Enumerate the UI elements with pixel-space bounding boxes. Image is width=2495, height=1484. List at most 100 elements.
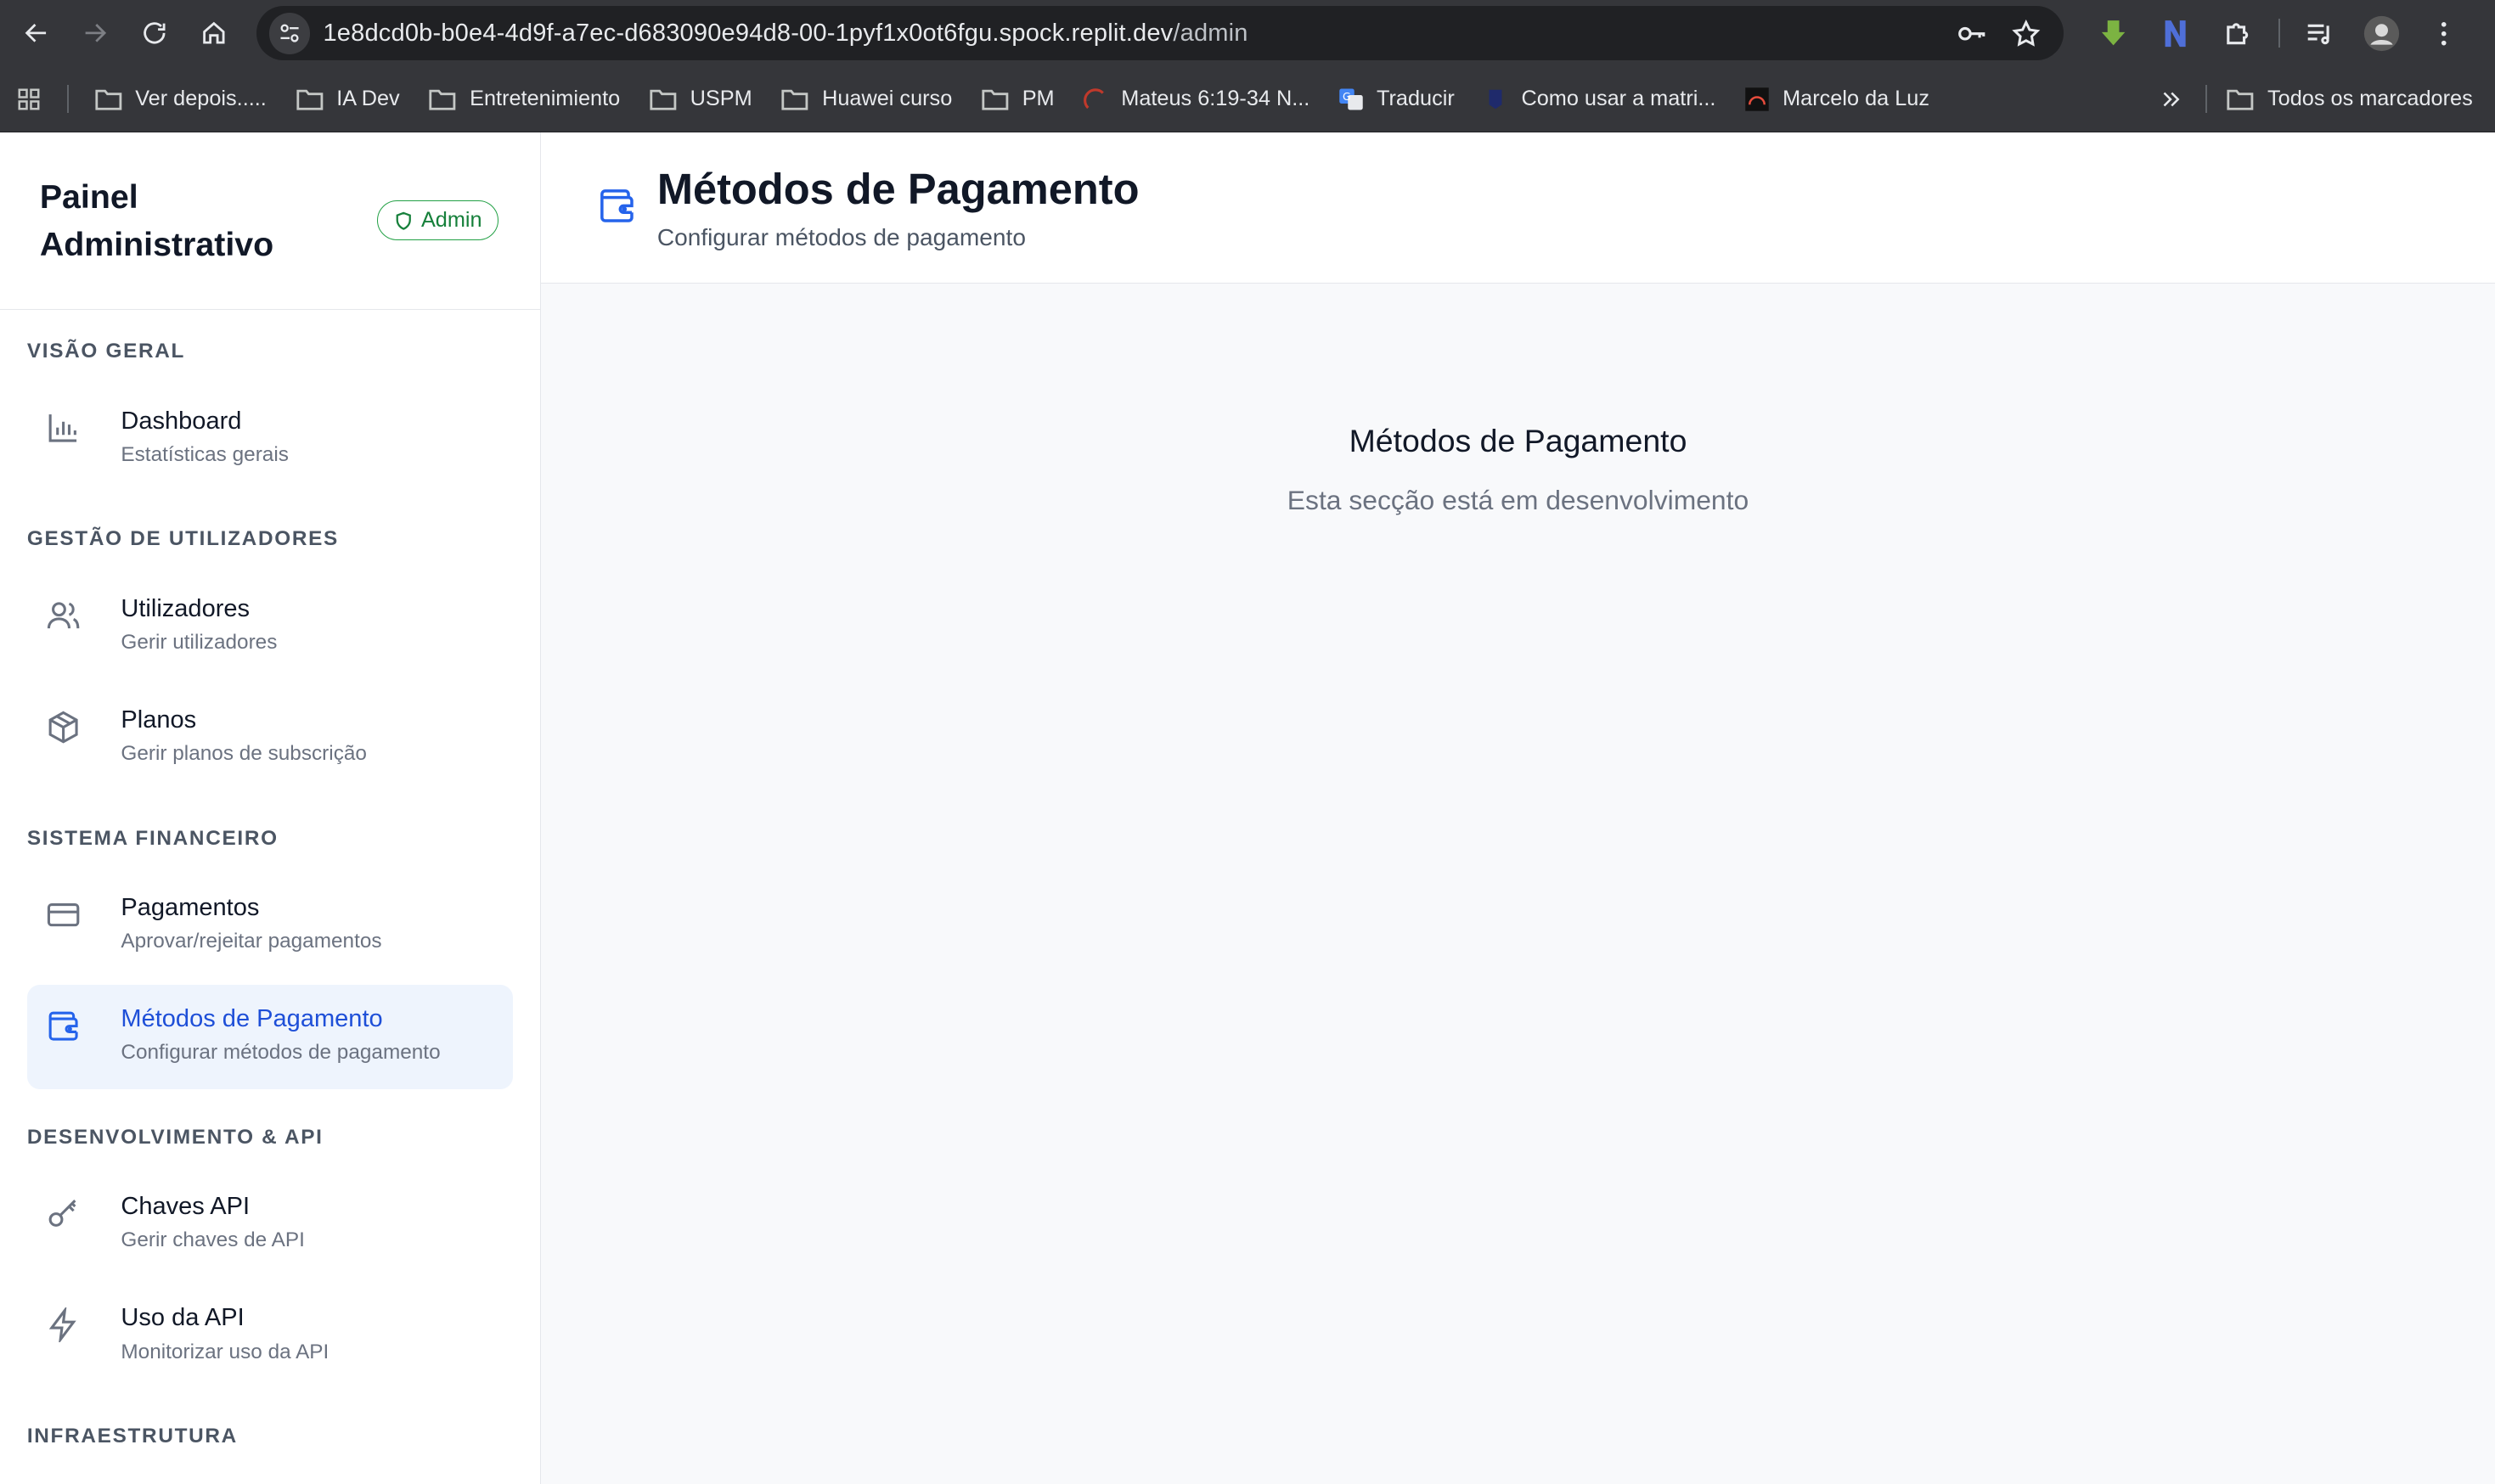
all-bookmarks-label: Todos os marcadores xyxy=(2267,87,2473,111)
zap-icon xyxy=(46,1307,84,1346)
bookmark-item[interactable]: G Traducir xyxy=(1338,87,1455,112)
folder-icon xyxy=(428,87,457,112)
sidebar-item-api-keys[interactable]: Chaves API Gerir chaves de API xyxy=(27,1172,513,1278)
bookmarks-divider xyxy=(2205,84,2207,114)
home-icon xyxy=(203,22,225,44)
reload-icon xyxy=(144,22,166,44)
sidebar-item-description: Estatísticas gerais xyxy=(121,442,289,466)
bookmark-label: Como usar a matri... xyxy=(1521,87,1716,111)
sidebar-item-dashboard[interactable]: Dashboard Estatísticas gerais xyxy=(27,386,513,492)
svg-text:G: G xyxy=(1343,90,1351,103)
site-favicon-icon xyxy=(1744,87,1770,112)
admin-badge-label: Admin xyxy=(420,208,482,233)
bar-chart-icon xyxy=(46,410,84,448)
profile-avatar-button[interactable] xyxy=(2358,9,2406,57)
bookmark-label: Traducir xyxy=(1376,87,1455,111)
sidebar-item-description: Aprovar/rejeitar pagamentos xyxy=(121,930,382,953)
sidebar-item-label: Uso da API xyxy=(121,1304,245,1332)
sidebar-item-description: Configurar métodos de pagamento xyxy=(121,1041,441,1065)
admin-app: Painel Administrativo Admin VISÃO GERAL … xyxy=(0,132,2495,1484)
wallet-icon xyxy=(46,1009,84,1047)
bookmark-item[interactable]: Entretenimiento xyxy=(428,87,620,112)
site-info-button[interactable] xyxy=(268,12,311,54)
admin-badge: Admin xyxy=(377,200,499,241)
bookmark-item[interactable]: PM xyxy=(981,87,1055,112)
section-title: SISTEMA FINANCEIRO xyxy=(26,826,279,850)
key-icon xyxy=(1958,26,1985,41)
more-bookmarks-button[interactable] xyxy=(2158,87,2183,112)
key-icon xyxy=(46,1196,84,1234)
extension-download-button[interactable] xyxy=(2089,9,2137,57)
placeholder-panel: Métodos de Pagamento Esta secção está em… xyxy=(541,284,2495,1484)
back-button[interactable] xyxy=(13,9,59,57)
sidebar-section-infrastructure: INFRAESTRUTURA xyxy=(0,1395,540,1471)
section-title: VISÃO GERAL xyxy=(26,340,186,363)
credit-card-icon xyxy=(46,897,84,936)
url-path: /admin xyxy=(1173,19,1248,47)
bookmark-label: Entretenimiento xyxy=(470,87,621,111)
folder-icon xyxy=(94,87,123,112)
tune-icon xyxy=(280,24,299,42)
sidebar-item-label: Pagamentos xyxy=(121,894,260,922)
bookmark-item[interactable]: Mateus 6:19-34 N... xyxy=(1083,87,1309,112)
password-key-button[interactable] xyxy=(1949,11,1993,55)
shield-icon xyxy=(394,211,413,230)
sidebar-item-description: Gerir planos de subscrição xyxy=(121,742,367,766)
home-button[interactable] xyxy=(190,9,237,57)
sidebar-item-payments[interactable]: Pagamentos Aprovar/rejeitar pagamentos xyxy=(27,874,513,979)
bookmark-label: Marcelo da Luz xyxy=(1783,87,1929,111)
sidebar-item-plans[interactable]: Planos Gerir planos de subscrição xyxy=(27,686,513,791)
avatar-icon xyxy=(2364,15,2400,51)
sidebar-item-description: Gerir utilizadores xyxy=(121,631,278,655)
forward-button[interactable] xyxy=(72,9,119,57)
site-favicon-icon xyxy=(1483,87,1508,112)
arrow-right-icon xyxy=(85,24,107,43)
bookmark-label: PM xyxy=(1022,87,1055,111)
main-content: Métodos de Pagamento Configurar métodos … xyxy=(541,132,2495,1484)
bookmark-label: Huawei curso xyxy=(822,87,953,111)
apps-grid-icon xyxy=(16,87,42,112)
sidebar-item-label: Planos xyxy=(121,705,197,734)
extension-n-button[interactable] xyxy=(2151,9,2199,57)
puzzle-icon xyxy=(2226,22,2248,44)
users-icon xyxy=(46,598,84,636)
sidebar-section-api: DESENVOLVIMENTO & API Chaves API Gerir c… xyxy=(0,1096,540,1389)
sidebar: Painel Administrativo Admin VISÃO GERAL … xyxy=(0,132,542,1484)
bookmark-item[interactable]: Como usar a matri... xyxy=(1483,87,1715,112)
section-title: DESENVOLVIMENTO & API xyxy=(26,1125,324,1149)
bookmark-item[interactable]: USPM xyxy=(649,87,752,112)
apps-button[interactable] xyxy=(16,87,54,112)
placeholder-message: Esta secção está em desenvolvimento xyxy=(1287,485,1749,516)
section-title: GESTÃO DE UTILIZADORES xyxy=(26,527,339,551)
sidebar-item-label: Dashboard xyxy=(121,407,242,435)
bookmark-item[interactable]: IA Dev xyxy=(296,87,400,112)
address-bar[interactable]: 1e8dcd0b-b0e4-4d9f-a7ec-d683090e94d8-00-… xyxy=(256,6,2064,61)
page-title: Métodos de Pagamento xyxy=(656,164,1140,213)
sidebar-item-api-usage[interactable]: Uso da API Monitorizar uso da API xyxy=(27,1284,513,1389)
bookmark-star-button[interactable] xyxy=(2003,11,2047,55)
folder-icon xyxy=(780,87,809,112)
media-controls-button[interactable] xyxy=(2296,9,2344,57)
reload-button[interactable] xyxy=(132,9,178,57)
more-vertical-icon xyxy=(2441,21,2447,46)
sidebar-section-users: GESTÃO DE UTILIZADORES Utilizadores Geri… xyxy=(0,497,540,790)
sidebar-item-users[interactable]: Utilizadores Gerir utilizadores xyxy=(27,574,513,679)
folder-icon xyxy=(649,87,678,112)
bookmark-item[interactable]: Ver depois..... xyxy=(94,87,267,112)
sidebar-item-label: Métodos de Pagamento xyxy=(121,1005,383,1033)
url-host: 1e8dcd0b-b0e4-4d9f-a7ec-d683090e94d8-00-… xyxy=(323,19,1174,47)
url-text[interactable]: 1e8dcd0b-b0e4-4d9f-a7ec-d683090e94d8-00-… xyxy=(323,20,1940,48)
folder-icon xyxy=(981,87,1010,112)
sidebar-section-finance: SISTEMA FINANCEIRO Pagamentos Aprovar/re… xyxy=(0,797,540,1090)
chevron-double-right-icon xyxy=(2163,92,2180,106)
bookmark-item[interactable]: Marcelo da Luz xyxy=(1744,87,1929,112)
translate-favicon-icon: G xyxy=(1338,87,1364,112)
sidebar-item-payment-methods[interactable]: Métodos de Pagamento Configurar métodos … xyxy=(26,984,514,1090)
all-bookmarks-item[interactable]: Todos os marcadores xyxy=(2226,87,2473,112)
bookmark-item[interactable]: Huawei curso xyxy=(780,87,952,112)
chrome-menu-button[interactable] xyxy=(2420,9,2468,57)
extensions-button[interactable] xyxy=(2213,9,2261,57)
folder-icon xyxy=(296,87,324,112)
sidebar-item-label: Utilizadores xyxy=(121,594,251,622)
browser-toolbar: 1e8dcd0b-b0e4-4d9f-a7ec-d683090e94d8-00-… xyxy=(0,0,2495,67)
